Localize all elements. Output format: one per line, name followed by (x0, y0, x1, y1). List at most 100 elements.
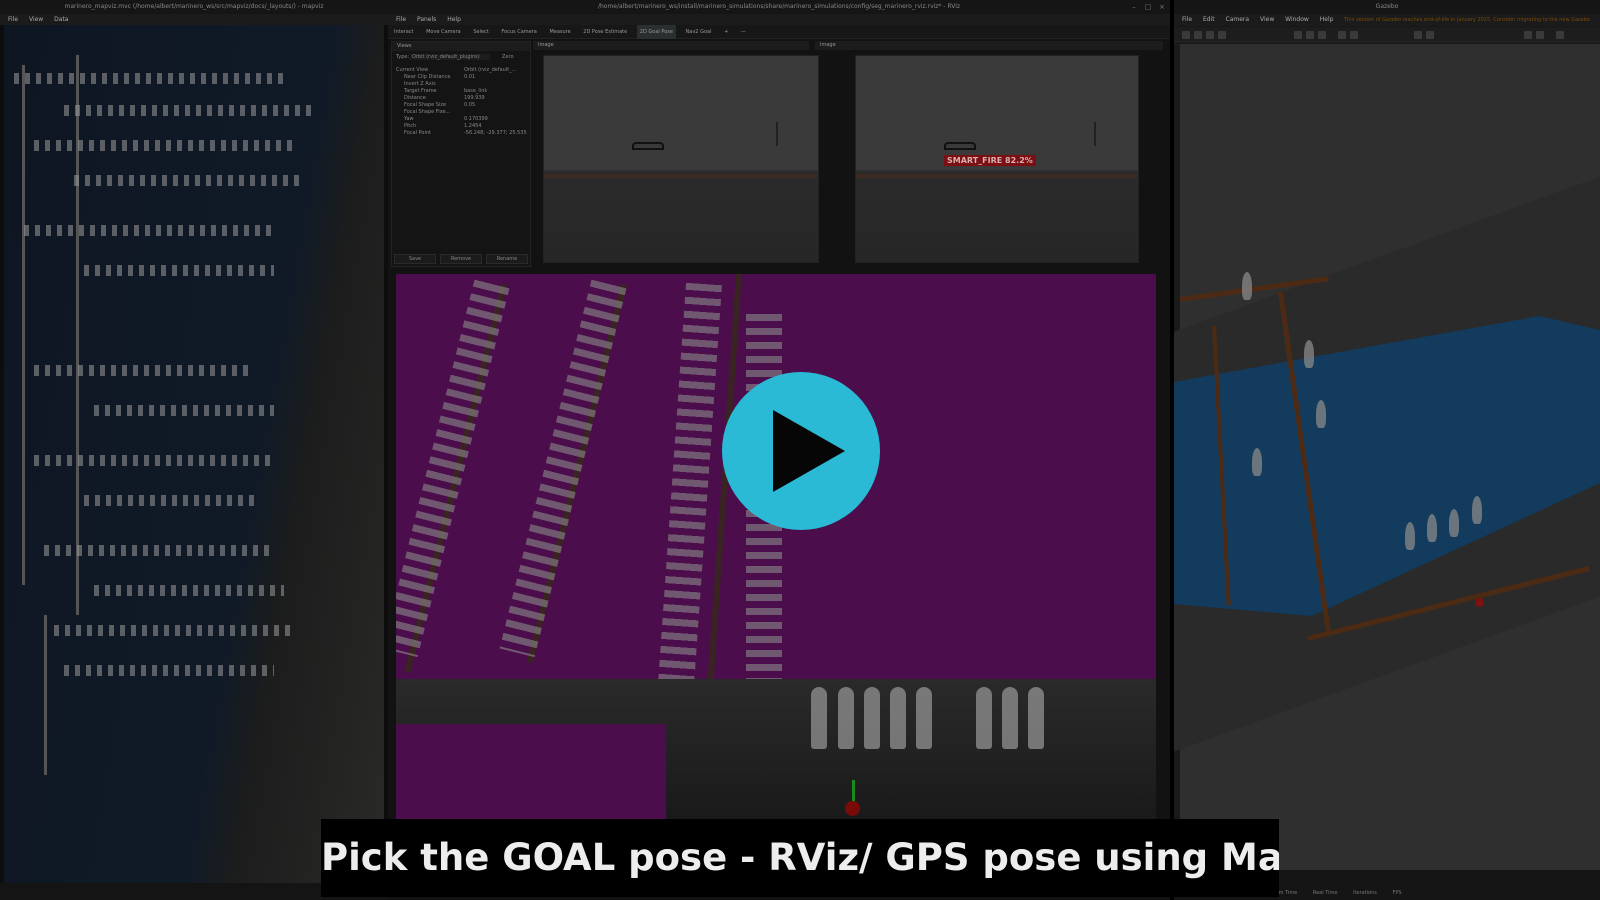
rviz-menubar: File Panels Help (388, 14, 1170, 25)
real-time-label: Real Time (1312, 890, 1338, 896)
save-view-button[interactable]: Save (394, 254, 436, 264)
menu-view[interactable]: View (29, 16, 43, 23)
image-panel-2-header: Image (815, 41, 1163, 50)
menu-help[interactable]: Help (1320, 16, 1334, 23)
boat-row (84, 495, 254, 506)
boat-row (64, 665, 274, 676)
camera-image-2: SMART_FIRE 82.2% (855, 55, 1139, 263)
prop-value[interactable]: base_link (464, 88, 487, 94)
video-caption: Pick the GOAL pose - RViz/ GPS pose usin… (321, 819, 1279, 897)
prop-value[interactable]: 0.05 (464, 102, 475, 108)
gazebo-toolbar (1174, 28, 1600, 42)
menu-window[interactable]: Window (1285, 16, 1309, 23)
boat-row (24, 225, 274, 236)
menu-file[interactable]: File (396, 16, 406, 23)
snap-icon[interactable] (1426, 31, 1434, 39)
horizon-dock (544, 174, 818, 178)
boat-row (34, 140, 294, 151)
sailboat (1242, 272, 1252, 300)
robot-axis-y (852, 780, 855, 802)
prop-value[interactable]: 1.2454 (464, 123, 482, 129)
prop-value[interactable]: 0.170399 (464, 116, 488, 122)
gazebo-title: Gazebo (1174, 0, 1600, 14)
screenshot-icon[interactable] (1524, 31, 1532, 39)
tool-select[interactable]: Select (470, 25, 491, 39)
iterations-label: Iterations (1353, 890, 1377, 896)
image-panel-1-header: Image (533, 41, 809, 50)
gazebo-window: Gazebo File Edit Camera View Window Help… (1174, 0, 1600, 900)
boat-row (74, 175, 304, 186)
rviz-toolbar: Interact Move Camera Select Focus Camera… (388, 25, 1170, 39)
play-icon[interactable] (773, 410, 845, 492)
prop-label: Invert Z Axis (404, 81, 436, 87)
view-type-select[interactable]: Orbit (rviz_default_plugins) (410, 54, 490, 60)
post (776, 122, 778, 146)
camera-image-1 (543, 55, 819, 263)
select-icon[interactable] (1182, 31, 1190, 39)
spotlight-icon[interactable] (1350, 31, 1358, 39)
plot-icon[interactable] (1556, 31, 1564, 39)
minimize-icon[interactable]: – (1130, 3, 1138, 11)
type-label: Type: (396, 54, 410, 60)
tool-2d-pose-estimate[interactable]: 2D Pose Estimate (580, 25, 630, 39)
menu-data[interactable]: Data (54, 16, 68, 23)
menu-help[interactable]: Help (447, 16, 461, 23)
remove-view-button[interactable]: Remove (440, 254, 482, 264)
gazebo-3d-scene[interactable] (1174, 44, 1600, 870)
remove-tool-button[interactable]: — (738, 25, 749, 39)
prop-value[interactable]: Orbit (rviz_default_... (464, 67, 516, 73)
light-icon[interactable] (1338, 31, 1346, 39)
boat (1028, 687, 1044, 749)
prop-value[interactable]: 199.939 (464, 95, 485, 101)
menu-panels[interactable]: Panels (417, 16, 436, 23)
satellite-map-canvas[interactable] (4, 25, 384, 883)
boat (811, 687, 827, 749)
box-icon[interactable] (1294, 31, 1302, 39)
menu-edit[interactable]: Edit (1203, 16, 1215, 23)
boat-row (34, 455, 274, 466)
menu-view[interactable]: View (1260, 16, 1274, 23)
prop-label: Focal Point (404, 130, 431, 136)
rename-view-button[interactable]: Rename (486, 254, 528, 264)
zero-button[interactable]: Zero (502, 54, 514, 60)
horizon-dock (856, 174, 1138, 178)
menu-file[interactable]: File (8, 16, 18, 23)
tool-nav2-goal[interactable]: Nav2 Goal (683, 25, 715, 39)
tool-measure[interactable]: Measure (546, 25, 573, 39)
mapviz-window: marinero_mapviz.mvc (/home/albert/marine… (0, 0, 388, 900)
close-icon[interactable]: × (1158, 3, 1166, 11)
pier (22, 65, 25, 585)
prop-label: Pitch (404, 123, 417, 129)
log-icon[interactable] (1536, 31, 1544, 39)
rviz-3d-view[interactable] (396, 274, 1156, 819)
align-icon[interactable] (1414, 31, 1422, 39)
views-panel-header: Views (392, 42, 530, 51)
tool-focus-camera[interactable]: Focus Camera (498, 25, 540, 39)
rotate-icon[interactable] (1206, 31, 1214, 39)
boat-row (54, 625, 294, 636)
pier (44, 615, 47, 775)
cylinder-icon[interactable] (1318, 31, 1326, 39)
sailboat (1304, 340, 1314, 368)
boat-row (34, 365, 254, 376)
menu-file[interactable]: File (1182, 16, 1192, 23)
detection-label: SMART_FIRE 82.2% (944, 155, 1036, 166)
eol-warning: This version of Gazebo reaches end-of-li… (1344, 17, 1590, 23)
menu-camera[interactable]: Camera (1226, 16, 1250, 23)
prop-label: Distance (404, 95, 426, 101)
segmented-area (396, 724, 666, 819)
yacht (1472, 496, 1482, 524)
prop-value[interactable]: -56.248; -29.377; 25.535 (464, 130, 527, 136)
sailboat (1316, 400, 1326, 428)
tool-interact[interactable]: Interact (391, 25, 417, 39)
tool-move-camera[interactable]: Move Camera (423, 25, 464, 39)
prop-value[interactable]: 0.01 (464, 74, 475, 80)
add-tool-button[interactable]: + (721, 25, 731, 39)
tool-2d-goal-pose[interactable]: 2D Goal Pose (636, 25, 676, 39)
translate-icon[interactable] (1194, 31, 1202, 39)
sphere-icon[interactable] (1306, 31, 1314, 39)
maximize-icon[interactable]: □ (1144, 3, 1152, 11)
boat-row (64, 105, 314, 116)
boat (838, 687, 854, 749)
scale-icon[interactable] (1218, 31, 1226, 39)
